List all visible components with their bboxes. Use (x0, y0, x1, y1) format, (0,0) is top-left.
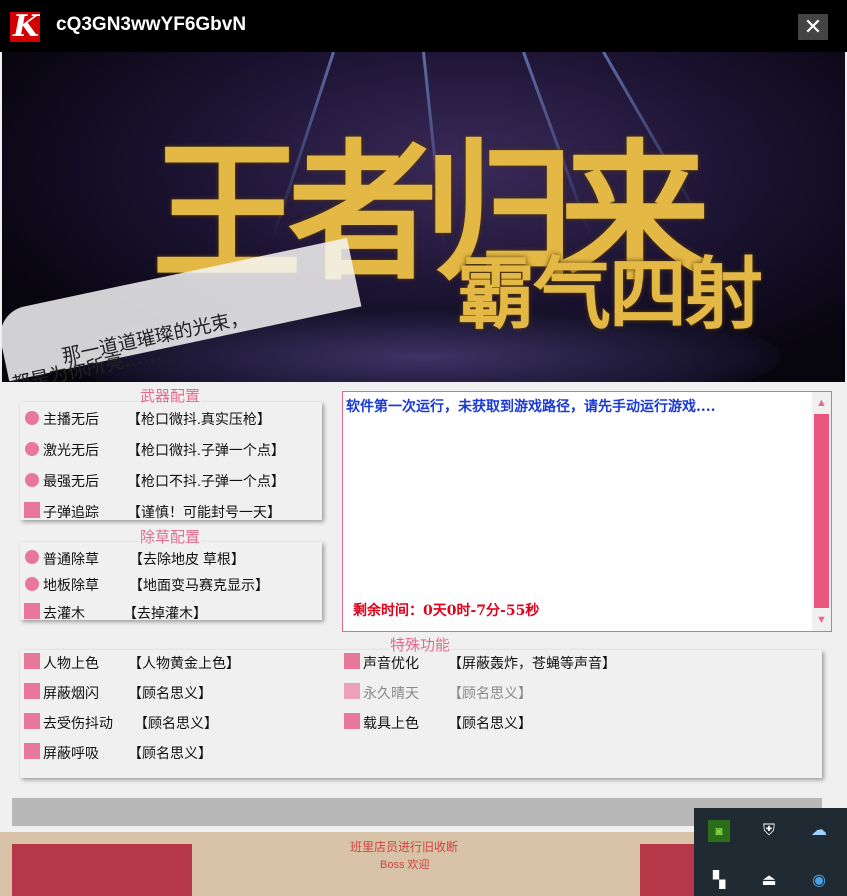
log-message: 软件第一次运行，未获取到游戏路径，请先手动运行游戏.... (346, 399, 716, 415)
scroll-down-icon[interactable]: ▼ (812, 611, 831, 629)
nvidia-icon[interactable]: ◙ (708, 820, 730, 842)
grass-option-name[interactable]: 地板除草 (43, 575, 99, 595)
special-option-name[interactable]: 屏蔽烟闪 (43, 683, 99, 703)
checkbox-special-right-1[interactable] (344, 653, 360, 669)
weapon-option-desc: 【枪口微抖.子弹一个点】 (127, 442, 285, 458)
weapon-config-group: 主播无后 【枪口微抖.真实压枪】 激光无后 【枪口微抖.子弹一个点】 最强无后 … (20, 402, 322, 520)
special-option-name[interactable]: 去受伤抖动 (43, 713, 113, 733)
radio-weapon-3[interactable] (25, 473, 39, 487)
special-option-desc: 【顾名思义】 (128, 685, 212, 701)
special-option-desc: 【顾名思义】 (134, 715, 218, 731)
grass-option-desc: 【去掉灌木】 (123, 605, 207, 621)
special-option-desc: 【人物黄金上色】 (128, 655, 240, 671)
title-bar: K cQ3GN3wwYF6GbvN ✕ (0, 0, 847, 52)
checkbox-special-right-3[interactable] (344, 713, 360, 729)
special-group-title: 特殊功能 (389, 634, 452, 655)
background-text: Boss 欢迎 (380, 859, 430, 871)
window-title: cQ3GN3wwYF6GbvN (56, 14, 247, 35)
radio-weapon-2[interactable] (25, 442, 39, 456)
special-option-name[interactable]: 人物上色 (43, 653, 99, 673)
banner-image: 王者归来 霸气四射 那一道道璀璨的光束， 都是为你所亮…… (2, 52, 845, 382)
special-option-name[interactable]: 永久晴天 (363, 683, 419, 703)
cloud-app-icon[interactable]: ☁ (808, 820, 830, 842)
system-tray: ◙ ⛨ ☁ ▚ ⏏ ◉ (694, 808, 847, 896)
background-text: 班里店员进行旧收断 (350, 840, 459, 854)
security-warning-icon[interactable]: ⛨ (758, 820, 780, 842)
special-option-desc: 【顾名思义】 (128, 745, 212, 761)
grass-option-desc: 【去除地皮 草根】 (129, 551, 245, 567)
grass-option-name[interactable]: 普通除草 (43, 549, 99, 569)
checkbox-special-left-1[interactable] (24, 653, 40, 669)
radio-grass-2[interactable] (25, 577, 39, 591)
special-option-desc: 【顾名思义】 (448, 715, 532, 731)
remaining-time: 剩余时间：0天0时-7分-55秒 (353, 603, 540, 619)
checkbox-special-right-2[interactable] (344, 683, 360, 699)
scroll-up-icon[interactable]: ▲ (812, 394, 831, 412)
grass-option-desc: 【地面变马赛克显示】 (129, 577, 269, 593)
special-option-name[interactable]: 屏蔽呼吸 (43, 743, 99, 763)
special-option-name[interactable]: 声音优化 (363, 653, 419, 673)
close-button[interactable]: ✕ (798, 14, 828, 40)
background-block (640, 844, 700, 896)
scroll-thumb[interactable] (814, 414, 829, 608)
grass-group-title: 除草配置 (139, 526, 202, 547)
weapon-option-name[interactable]: 激光无后 (43, 440, 99, 460)
special-option-desc: 【顾名思义】 (448, 685, 532, 701)
checkbox-special-left-3[interactable] (24, 713, 40, 729)
weapon-group-title: 武器配置 (139, 385, 202, 406)
grass-option-name[interactable]: 去灌木 (43, 603, 85, 623)
usb-device-icon[interactable]: ⏏ (758, 870, 780, 892)
log-output-box[interactable]: 软件第一次运行，未获取到游戏路径，请先手动运行游戏.... 剩余时间：0天0时-… (342, 391, 832, 632)
weapon-option-name[interactable]: 主播无后 (43, 409, 99, 429)
weapon-option-desc: 【枪口不抖.子弹一个点】 (127, 473, 285, 489)
checkbox-special-left-2[interactable] (24, 683, 40, 699)
browser-app-icon[interactable]: ◉ (808, 870, 830, 892)
checkbox-grass-3[interactable] (24, 603, 40, 619)
radio-weapon-1[interactable] (25, 411, 39, 425)
special-option-name[interactable]: 载具上色 (363, 713, 419, 733)
grass-config-group: 普通除草 【去除地皮 草根】 地板除草 【地面变马赛克显示】 去灌木 【去掉灌木… (20, 542, 322, 623)
special-features-group: 人物上色 【人物黄金上色】 屏蔽烟闪 【顾名思义】 去受伤抖动 【顾名思义】 屏… (20, 650, 822, 778)
radio-grass-1[interactable] (25, 550, 39, 564)
special-option-desc: 【屏蔽轰炸，苍蝇等声音】 (448, 655, 616, 671)
weapon-option-name[interactable]: 子弹追踪 (43, 502, 99, 522)
weapon-option-name[interactable]: 最强无后 (43, 471, 99, 491)
app-logo-icon: K (10, 9, 40, 44)
banner-subheadline: 霸气四射 (457, 249, 763, 340)
background-block (12, 844, 192, 896)
weapon-option-desc: 【枪口微抖.真实压枪】 (127, 411, 271, 427)
window-app-icon[interactable]: ▚ (708, 870, 730, 892)
checkbox-special-left-4[interactable] (24, 743, 40, 759)
checkbox-weapon-4[interactable] (24, 502, 40, 518)
log-scrollbar[interactable]: ▲ ▼ (812, 392, 831, 631)
weapon-option-desc: 【谨慎！可能封号一天】 (127, 504, 281, 520)
